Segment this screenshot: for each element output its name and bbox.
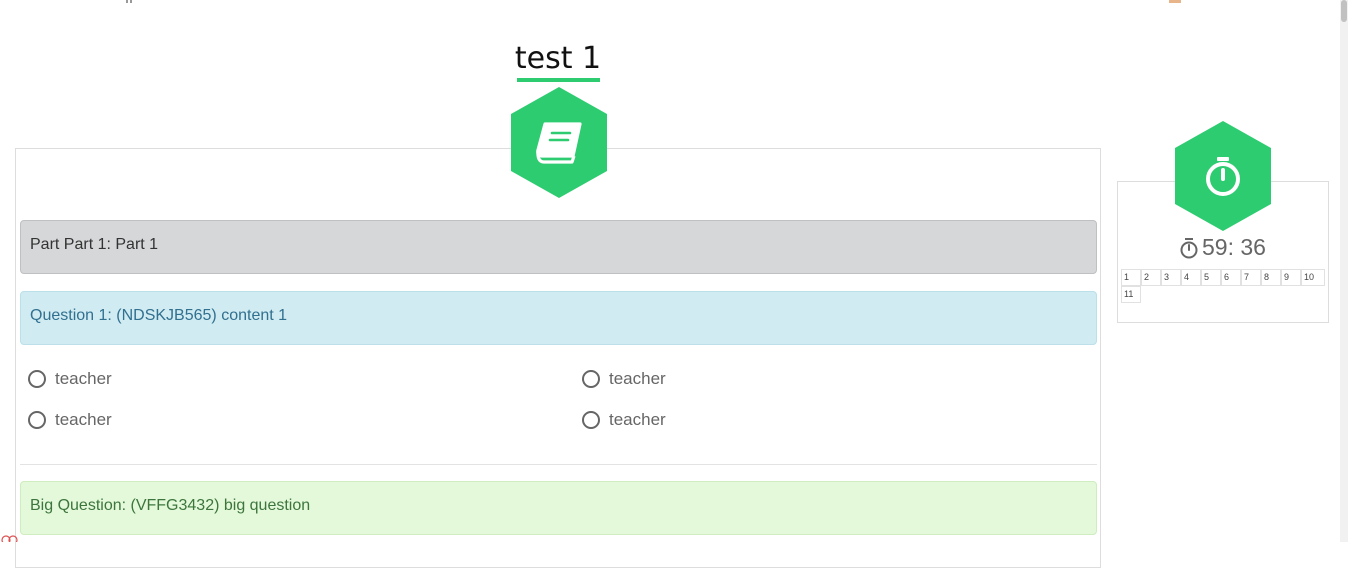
part-header: Part Part 1: Part 1 — [20, 220, 1097, 274]
nav-question-button[interactable]: 4 — [1181, 269, 1201, 286]
answer-option[interactable]: teacher — [28, 410, 112, 430]
nav-question-button[interactable]: 6 — [1221, 269, 1241, 286]
big-question-header: Big Question: (VFFG3432) big question — [20, 481, 1097, 535]
answer-option[interactable]: teacher — [28, 369, 112, 389]
timer-display: 59: 36 — [1178, 234, 1266, 261]
question-panel: Part Part 1: Part 1 Question 1: (NDSKJB5… — [15, 148, 1101, 568]
book-icon — [511, 87, 607, 198]
question-navigator: 1 2 3 4 5 6 7 8 9 10 11 — [1121, 269, 1325, 303]
nav-question-button[interactable]: 8 — [1261, 269, 1281, 286]
cropped-glyph — [126, 0, 132, 3]
question-divider — [20, 464, 1097, 465]
nav-question-button[interactable]: 2 — [1141, 269, 1161, 286]
radio-button[interactable] — [582, 370, 600, 388]
timer-value: 59: 36 — [1202, 234, 1266, 260]
test-title: test 1 — [514, 41, 602, 76]
option-label: teacher — [609, 369, 666, 388]
title-underline — [517, 78, 600, 82]
page-scrollbar[interactable] — [1340, 0, 1348, 542]
question-header: Question 1: (NDSKJB565) content 1 — [20, 291, 1097, 345]
option-label: teacher — [55, 410, 112, 429]
nav-question-button[interactable]: 3 — [1161, 269, 1181, 286]
nav-question-button[interactable]: 7 — [1241, 269, 1261, 286]
nav-question-button[interactable]: 10 — [1301, 269, 1325, 286]
answer-option[interactable]: teacher — [582, 369, 666, 389]
answer-option[interactable]: teacher — [582, 410, 666, 430]
nav-question-button[interactable]: 9 — [1281, 269, 1301, 286]
stopwatch-icon — [1180, 237, 1198, 258]
cropped-icon — [1169, 0, 1181, 3]
option-label: teacher — [55, 369, 112, 388]
corner-icon — [1, 535, 18, 542]
nav-question-button[interactable]: 5 — [1201, 269, 1221, 286]
scrollbar-thumb[interactable] — [1341, 0, 1347, 22]
radio-button[interactable] — [582, 411, 600, 429]
option-label: teacher — [609, 410, 666, 429]
nav-question-button[interactable]: 1 — [1121, 269, 1141, 286]
stopwatch-icon — [1175, 121, 1271, 231]
nav-question-button[interactable]: 11 — [1121, 286, 1141, 303]
radio-button[interactable] — [28, 411, 46, 429]
radio-button[interactable] — [28, 370, 46, 388]
